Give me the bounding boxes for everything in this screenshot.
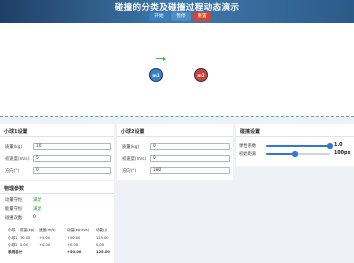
ball1-velocity-input[interactable]: 5	[33, 155, 111, 162]
table-header-cell: 动能(J)	[96, 228, 108, 232]
panel-title: 小球1设置	[4, 129, 28, 135]
table-cell: +0.00	[39, 243, 51, 247]
table-cell: 0.00	[96, 243, 105, 247]
distance-value: 100px	[334, 150, 351, 156]
divider	[236, 136, 354, 137]
ball2-direction-input[interactable]: 180	[150, 167, 230, 174]
divider	[0, 193, 114, 194]
table-header-cell: 质量(kg)	[20, 228, 35, 232]
elasticity-label: 弹性系数	[239, 144, 257, 149]
elasticity-value: 1.0	[334, 142, 343, 148]
table-cell: 125.00	[96, 250, 110, 254]
ball-1[interactable]: m1	[149, 68, 163, 82]
ball2-velocity-input[interactable]: 0	[150, 155, 230, 162]
reset-button[interactable]: 重置	[193, 12, 211, 21]
simulation-canvas[interactable]: m1 m2	[0, 23, 354, 117]
physics-params-panel: 物理参数 动量守恒 满足 能量守恒 满足 碰撞次数 0 小球 质量(kg) 速度…	[0, 181, 114, 263]
panel-title: 物理参数	[4, 186, 25, 192]
table-cell: 小球1	[8, 236, 18, 240]
momentum-label: 动量守恒	[5, 198, 23, 203]
table-cell: +5.00	[39, 236, 51, 240]
start-button[interactable]: 开始	[149, 12, 169, 21]
elasticity-slider[interactable]	[266, 143, 333, 149]
energy-status: 满足	[33, 207, 42, 212]
velocity-arrowhead-icon	[163, 56, 166, 61]
panel-title: 碰撞设置	[240, 129, 261, 135]
app-header: 碰撞的分类及碰撞过程动态演示 开始 暂停 重置	[0, 0, 354, 23]
table-cell: 10.00	[20, 236, 31, 240]
ball2-mass-input[interactable]: 0	[150, 143, 230, 150]
pause-button[interactable]: 暂停	[171, 12, 191, 21]
divider	[117, 136, 233, 137]
table-cell: 系统总计	[8, 250, 23, 254]
table-cell: +50.00	[67, 236, 81, 240]
collision-settings-panel: 碰撞设置 弹性系数 1.0 初始距离 100px	[236, 124, 354, 166]
ball2-settings-panel: 小球2设置 质量(kg) 0 初速度(m/s) 0 方向(°) 180	[117, 124, 233, 180]
slider-thumb[interactable]	[292, 151, 298, 157]
field-label: 方向(°)	[122, 169, 137, 174]
ball-2[interactable]: m2	[194, 68, 208, 82]
field-label: 初速度(m/s)	[122, 157, 147, 162]
ball1-mass-input[interactable]: 10	[33, 143, 111, 150]
distance-label: 初始距离	[239, 152, 257, 157]
table-header-cell: 动量(kg·m/s)	[67, 228, 90, 232]
collision-count: 0	[33, 215, 36, 220]
table-cell: +0.00	[67, 243, 79, 247]
field-label: 方向(°)	[5, 169, 20, 174]
energy-label: 能量守恒	[5, 207, 23, 212]
field-label: 初速度(m/s)	[5, 157, 30, 162]
field-label: 质量(kg)	[5, 145, 23, 150]
table-cell: +50.00	[67, 250, 82, 254]
table-header-cell: 速度(m/s)	[39, 228, 56, 232]
table-header-cell: 小球	[8, 228, 16, 232]
slider-fill	[266, 153, 295, 155]
momentum-status: 满足	[33, 198, 42, 203]
divider	[0, 136, 114, 137]
table-cell: 125.00	[96, 236, 109, 240]
field-label: 质量(kg)	[122, 145, 140, 150]
ball1-settings-panel: 小球1设置 质量(kg) 10 初速度(m/s) 5 方向(°) 0	[0, 124, 114, 180]
table-cell: 小球2	[8, 243, 18, 247]
slider-thumb[interactable]	[327, 143, 333, 149]
collision-count-label: 碰撞次数	[5, 216, 23, 221]
distance-slider[interactable]	[266, 151, 330, 157]
ball1-direction-input[interactable]: 0	[33, 167, 111, 174]
slider-fill	[266, 145, 330, 147]
table-cell: 0.00	[20, 243, 29, 247]
panel-title: 小球2设置	[121, 129, 145, 135]
